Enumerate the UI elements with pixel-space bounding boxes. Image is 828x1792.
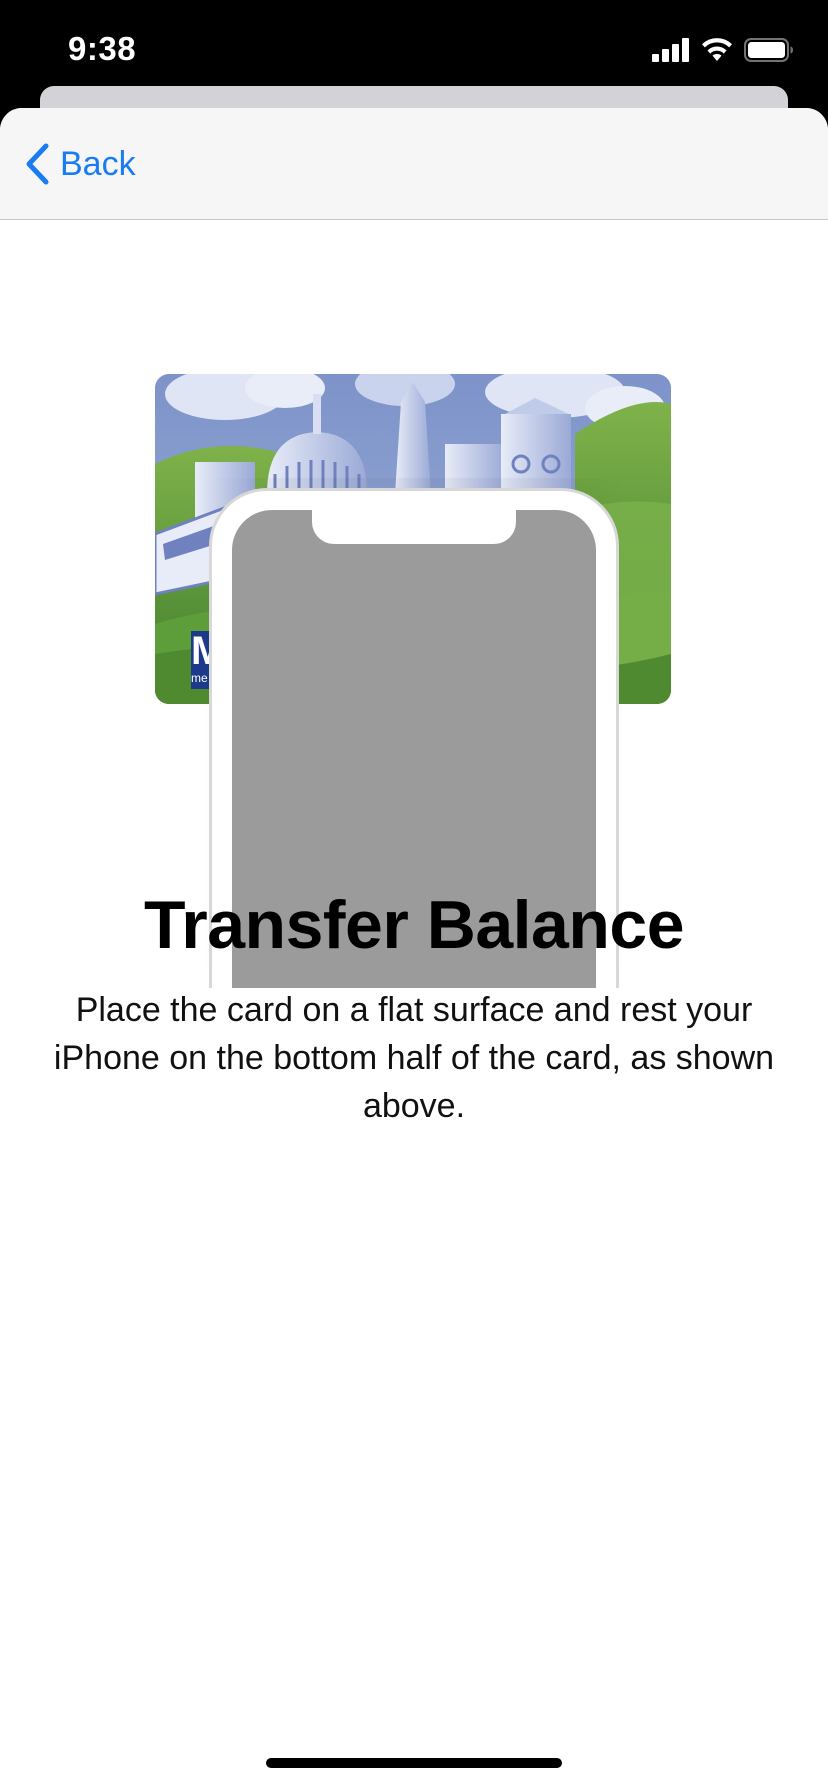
card-placement-illustration: M me [0,220,828,988]
status-icons [652,36,794,64]
transfer-balance-sheet: Back Transfer Balance Place the card on … [0,108,828,1792]
status-bar: 9:38 [0,0,828,100]
back-button[interactable]: Back [24,140,136,188]
status-time: 9:38 [68,30,137,67]
cellular-signal-icon [652,38,690,62]
chevron-left-icon [26,143,49,185]
battery-icon [744,38,793,62]
home-indicator[interactable] [266,1758,562,1768]
page-title: Transfer Balance [143,887,685,963]
iphone-notch [312,510,516,544]
instruction-text: Place the card on a flat surface and res… [53,991,775,1125]
navigation-bar: Back [0,108,828,220]
wifi-icon [702,38,732,61]
back-label: Back [60,144,136,183]
